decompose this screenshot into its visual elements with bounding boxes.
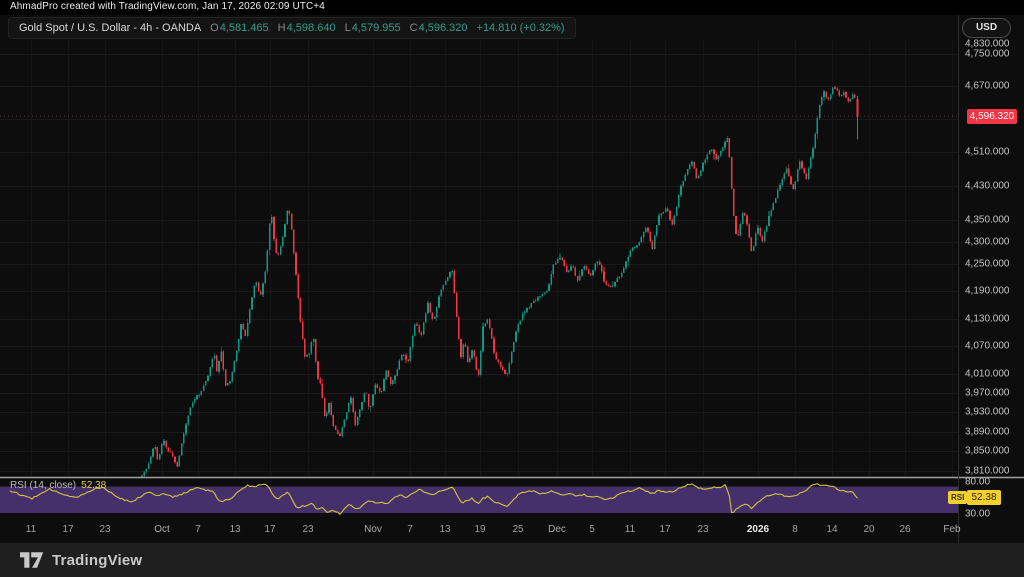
rsi-axis-label: 30.00 [965, 508, 990, 519]
price-axis-label: 4,750.000 [965, 49, 1010, 60]
close-value: 4,596.320 [419, 22, 468, 34]
time-axis-day-label: 5 [589, 524, 595, 535]
price-axis-label: 3,970.000 [965, 388, 1010, 399]
price-axis-label: 4,430.000 [965, 180, 1010, 191]
open-value: 4,581.465 [220, 22, 269, 34]
time-axis-month-label: Feb [943, 524, 960, 535]
close-label: C [410, 22, 418, 34]
price-axis-label: 3,930.000 [965, 407, 1010, 418]
last-price-label: 4,596.320 [967, 109, 1017, 124]
time-axis-day-label: 23 [302, 524, 313, 535]
symbol-legend[interactable]: Gold Spot / U.S. Dollar - 4h - OANDA O 4… [8, 17, 576, 39]
price-axis-label: 4,350.000 [965, 215, 1010, 226]
price-axis-label: 4,130.000 [965, 313, 1010, 324]
time-axis-day-label: 26 [899, 524, 910, 535]
price-axis-label: 4,070.000 [965, 341, 1010, 352]
open-label: O [210, 22, 219, 34]
price-axis-label: 4,670.000 [965, 81, 1010, 92]
tradingview-logo-icon[interactable] [20, 552, 44, 568]
low-label: L [345, 22, 351, 34]
high-label: H [278, 22, 286, 34]
attribution-bar: AhmadPro created with TradingView.com, J… [0, 0, 1024, 15]
price-axis-label: 4,010.000 [965, 369, 1010, 380]
time-axis-month-label: Oct [154, 524, 170, 535]
time-axis-year-label: 2026 [747, 524, 769, 535]
time-axis-day-label: 11 [625, 524, 635, 535]
time-axis-day-label: 17 [62, 524, 73, 535]
rsi-axis-label: 80.00 [965, 477, 990, 488]
time-axis-day-label: 25 [512, 524, 523, 535]
rsi-legend-value: 52.38 [81, 480, 106, 491]
time-axis-day-label: 7 [407, 524, 413, 535]
time-axis-day-label: 20 [863, 524, 874, 535]
tradingview-chart-window: AhmadPro created with TradingView.com, J… [0, 0, 1024, 577]
time-axis-day-label: 8 [792, 524, 798, 535]
change-value: +14.810 (+0.32%) [477, 22, 565, 34]
price-axis-label: 4,300.000 [965, 237, 1010, 248]
rsi-band [0, 487, 958, 513]
time-axis-day-label: 19 [474, 524, 485, 535]
price-axis-label: 4,190.000 [965, 286, 1010, 297]
time-axis-day-label: 13 [229, 524, 240, 535]
price-axis-label: 3,890.000 [965, 426, 1010, 437]
candles-down [157, 86, 859, 467]
price-chart-canvas[interactable] [0, 0, 1024, 577]
price-axis-label: 4,510.000 [965, 147, 1010, 158]
tradingview-brand[interactable]: TradingView [52, 552, 142, 569]
rsi-legend[interactable]: RSI (14, close) 52.38 [10, 480, 106, 491]
time-axis-day-label: 17 [659, 524, 670, 535]
candles-up [141, 87, 853, 477]
rsi-legend-label: RSI (14, close) [10, 480, 76, 491]
time-axis-day-label: 13 [439, 524, 450, 535]
time-axis-day-label: 23 [697, 524, 708, 535]
time-axis-day-label: 23 [99, 524, 110, 535]
time-axis-day-label: 7 [195, 524, 201, 535]
attribution-text: AhmadPro created with TradingView.com, J… [10, 1, 325, 12]
price-axis-label: 4,250.000 [965, 259, 1010, 270]
rsi-axis-badge: RSI [948, 491, 967, 504]
price-axis-label: 3,850.000 [965, 446, 1010, 457]
low-value: 4,579.955 [352, 22, 401, 34]
rsi-value-badge: 52.38 [967, 490, 1001, 505]
time-axis-month-label: Dec [548, 524, 566, 535]
time-axis-day-label: 17 [264, 524, 275, 535]
currency-button[interactable]: USD [962, 18, 1011, 38]
symbol-title: Gold Spot / U.S. Dollar - 4h - OANDA [19, 22, 201, 34]
high-value: 4,598.640 [287, 22, 336, 34]
time-axis-day-label: 14 [826, 524, 837, 535]
time-axis-day-label: 11 [26, 524, 36, 535]
price-axis-label: 3,810.000 [965, 466, 1010, 477]
footer-bar: TradingView [0, 543, 1024, 577]
time-axis-month-label: Nov [364, 524, 382, 535]
